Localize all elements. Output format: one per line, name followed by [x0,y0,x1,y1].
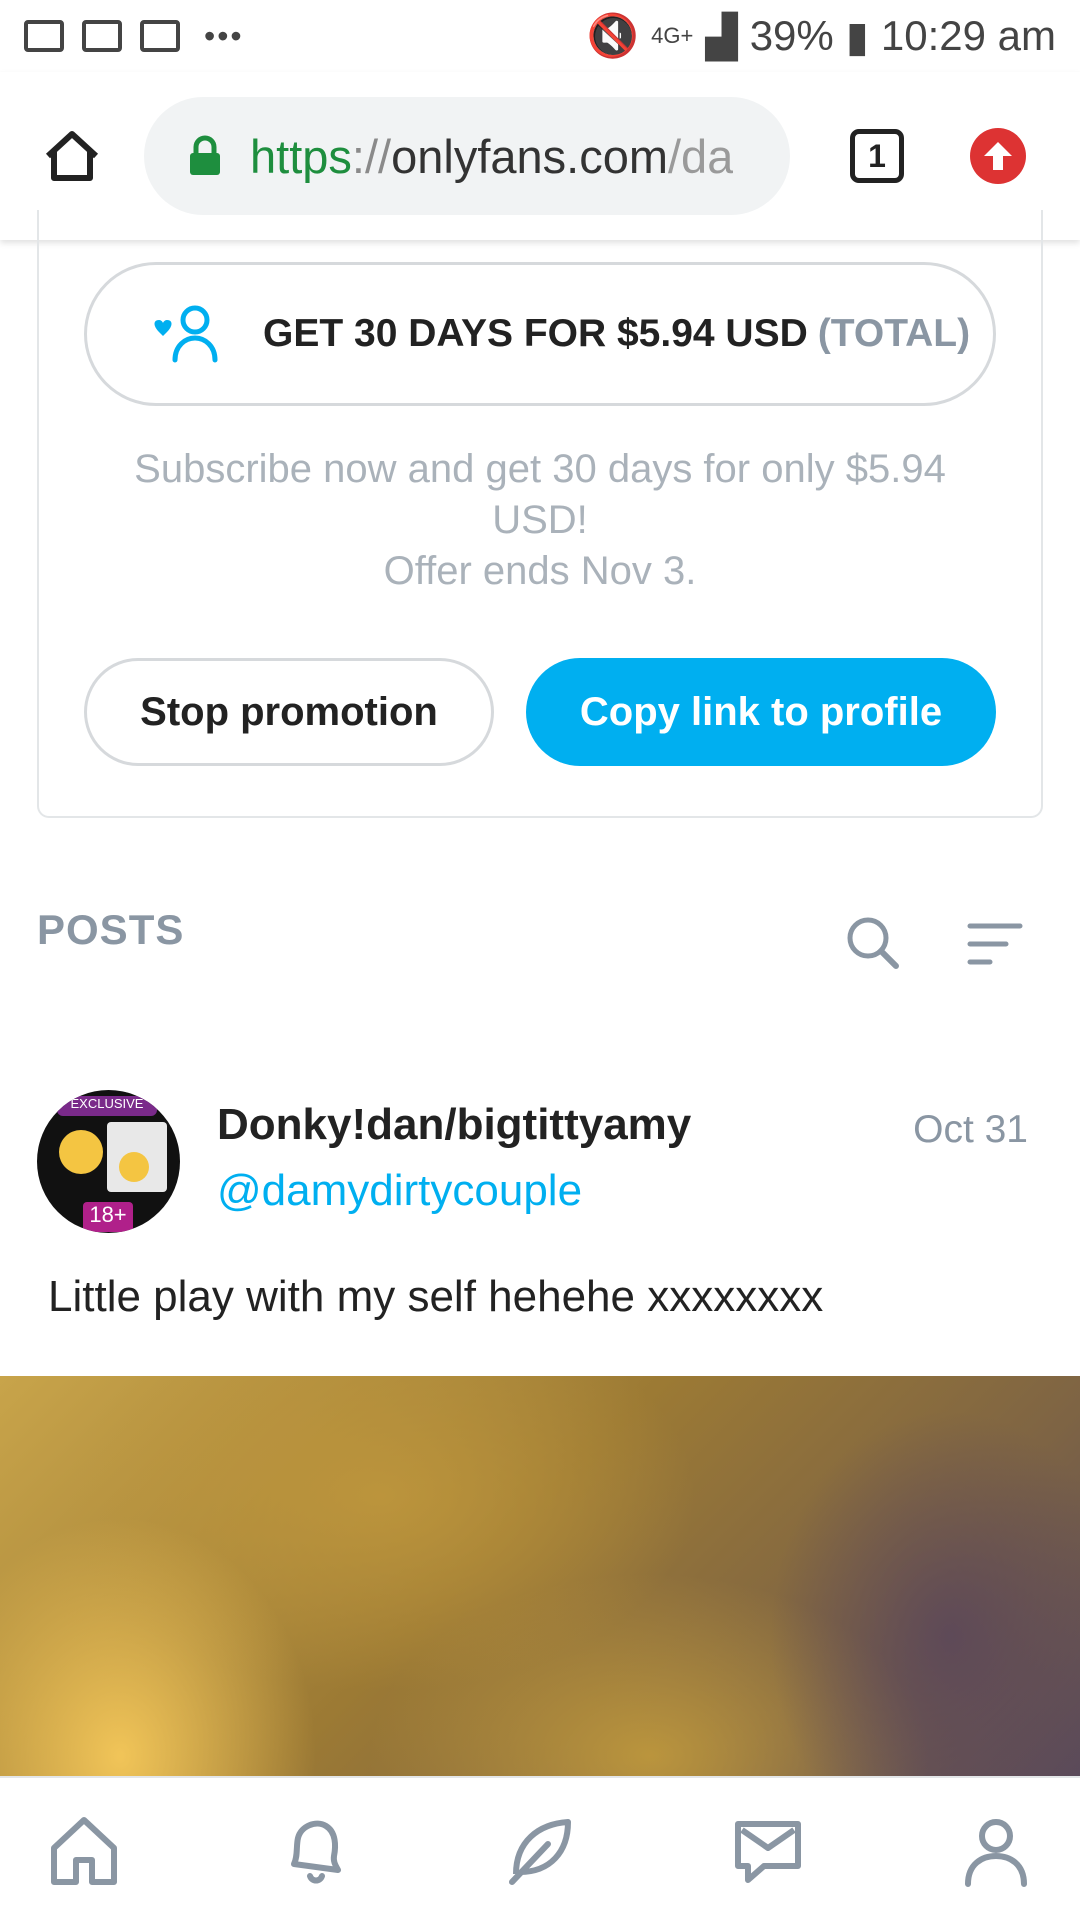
url-host: onlyfans.com [391,129,668,183]
promotion-description: Subscribe now and get 30 days for only $… [110,444,970,597]
promotion-description-line1: Subscribe now and get 30 days for only $… [134,447,946,542]
post-date[interactable]: Oct 31 [913,1108,1028,1152]
battery-percent: 39% [749,12,834,59]
url-separator: :// [351,129,392,183]
profile-icon [965,1819,1027,1887]
subscribe-button[interactable]: GET 30 DAYS FOR $5.94 USD (TOTAL) [84,262,996,406]
update-button[interactable] [970,128,1026,184]
avatar[interactable]: EXCLUSIVE 18+ [37,1090,180,1233]
subscribe-user-heart-icon [154,305,218,363]
nav-create-post[interactable] [498,1808,582,1892]
home-icon [51,1817,117,1885]
signal-icon: ▟ [705,12,738,60]
bottom-navigation [0,1776,1080,1920]
message-icon [735,1821,801,1883]
home-icon [45,131,99,181]
subscribe-label: GET 30 DAYS FOR $5.94 USD [263,312,808,355]
mail-icon [140,20,180,52]
lock-icon [190,135,220,175]
avatar-badge-bottom: 18+ [83,1202,133,1232]
promotion-offer-end: Offer ends Nov 3. [383,549,697,593]
post-media[interactable] [0,1376,1080,1776]
post-author-handle[interactable]: @damydirtycouple [217,1166,582,1216]
browser-home-button[interactable] [30,114,114,198]
clock: 10:29 am [880,12,1056,59]
status-bar: ••• 🔇 4G+ ▟ 39% ▮ 10:29 am [0,0,1080,72]
feather-icon [509,1819,571,1885]
bell-icon [291,1820,341,1884]
post-author-name[interactable]: Donky!dan/bigtittyamy [217,1100,691,1150]
nav-notifications[interactable] [272,1808,356,1892]
nav-profile[interactable] [954,1808,1038,1892]
post-text: Little play with my self hehehe xxxxxxxx [48,1272,824,1321]
url-scheme: https [250,129,352,183]
network-type: 4G+ [651,23,694,48]
subscribe-total: (TOTAL) [817,312,971,355]
system-icons: 🔇 4G+ ▟ 39% ▮ 10:29 am [587,12,1056,61]
battery-icon: ▮ [845,12,869,60]
sort-icon[interactable] [966,920,1024,968]
more-notifications-icon: ••• [204,18,244,54]
tab-switcher-button[interactable]: 1 [850,129,904,183]
posts-header: POSTS [37,906,185,953]
gallery-icon [24,20,64,52]
mute-icon: 🔇 [586,11,640,59]
avatar-badge-top: EXCLUSIVE [57,1096,157,1116]
avatar-emoji [59,1130,103,1174]
arrow-up-icon [984,142,1012,170]
outlook-icon [82,20,122,52]
notification-icons: ••• [24,20,244,52]
copy-link-button[interactable]: Copy link to profile [526,658,996,766]
nav-home[interactable] [42,1808,126,1892]
address-bar[interactable]: https://onlyfans.com/da [144,97,790,215]
avatar-emoji-small [119,1152,149,1182]
url-path: /da [668,129,734,183]
search-icon[interactable] [844,914,902,972]
nav-messages[interactable] [726,1808,810,1892]
stop-promotion-button[interactable]: Stop promotion [84,658,494,766]
url-text: https://onlyfans.com/da [250,129,733,184]
